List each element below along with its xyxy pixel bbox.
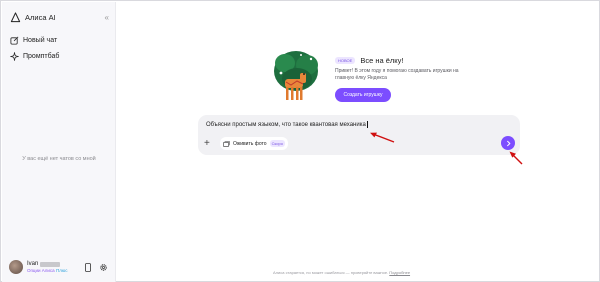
tree-horse-illustration: [274, 51, 318, 100]
user-name-row: Ivan: [27, 261, 67, 268]
promo-text: Привет! В этом году я помогаю создавать …: [335, 68, 459, 81]
app-window: Алиса AI « Новый чат Промптбаб У вас ещё…: [0, 0, 600, 282]
plan-prefix: Опции Алиса: [27, 267, 55, 273]
message-input-value: Объясни простым языком, что такое кванто…: [206, 122, 366, 129]
animate-photo-button[interactable]: Оживить фото Скоро: [220, 137, 288, 150]
send-button[interactable]: [501, 136, 515, 150]
plan-suffix: Плюс: [55, 267, 68, 273]
promo-header: НОВОЕ Все на ёлку!: [335, 56, 403, 65]
text-caret: [366, 121, 368, 128]
sidebar-item-new-chat[interactable]: Новый чат: [10, 36, 57, 45]
avatar: [9, 260, 23, 274]
alice-logo-icon: [10, 12, 21, 23]
learn-more-link[interactable]: Подробнее: [389, 270, 410, 275]
promo-title: Все на ёлку!: [360, 56, 404, 65]
brand[interactable]: Алиса AI: [10, 12, 56, 23]
chevron-right-icon: [506, 140, 510, 146]
soon-badge: Скоро: [269, 140, 285, 147]
app-title: Алиса AI: [25, 13, 56, 22]
composer: Объясни простым языком, что такое кванто…: [198, 115, 520, 155]
message-input[interactable]: Объясни простым языком, что такое кванто…: [206, 121, 368, 129]
user-profile[interactable]: Ivan Опции Алиса Плюс: [9, 260, 67, 274]
plus-icon[interactable]: +: [204, 139, 210, 149]
double-chevron-left-icon[interactable]: «: [105, 14, 109, 22]
gallery-icon: [223, 140, 230, 147]
animate-photo-label: Оживить фото: [233, 140, 267, 147]
user-name: Ivan: [27, 260, 39, 267]
phone-icon[interactable]: [85, 263, 91, 272]
new-badge: НОВОЕ: [335, 57, 356, 64]
compose-icon: [10, 36, 19, 45]
sidebar-item-prompts[interactable]: Промптбаб: [10, 52, 59, 61]
empty-chats-text: У вас ещё нет чатов со мной: [22, 156, 96, 162]
sidebar-item-label: Промптбаб: [23, 53, 60, 60]
sidebar-item-label: Новый чат: [23, 37, 58, 44]
sparkle-icon: [10, 52, 19, 61]
redacted-name: [40, 261, 61, 267]
user-plan: Опции Алиса Плюс: [27, 268, 67, 274]
create-toy-button[interactable]: Создать игрушку: [335, 88, 391, 102]
sidebar: Алиса AI « Новый чат Промптбаб У вас ещё…: [2, 2, 116, 282]
disclaimer-text: Алиса старается, но может ошибаться — пр…: [273, 270, 389, 275]
disclaimer: Алиса старается, но может ошибаться — пр…: [273, 270, 410, 275]
gear-icon[interactable]: [99, 263, 108, 272]
